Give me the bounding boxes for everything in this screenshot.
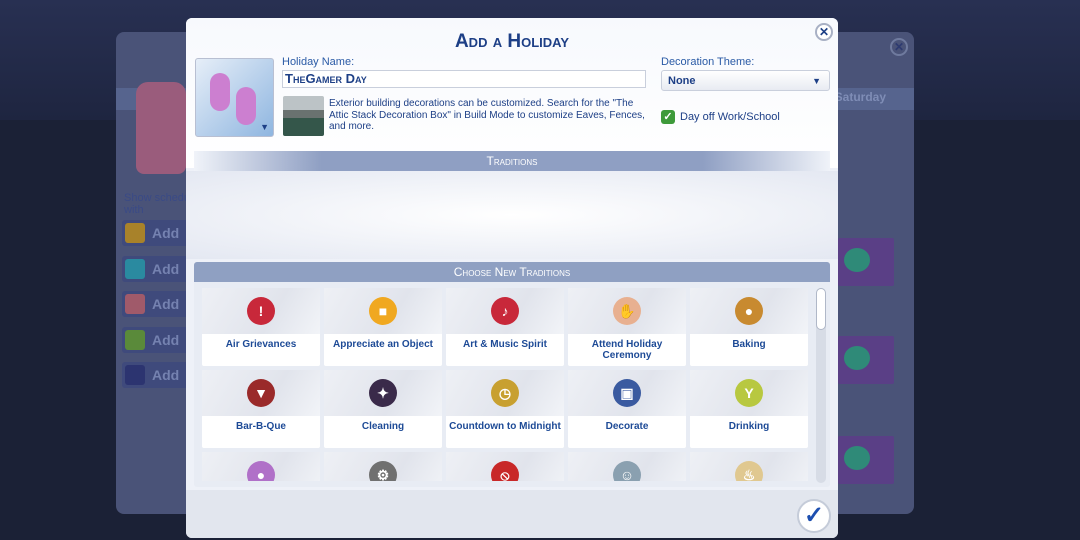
tradition-label: Bar-B-Que <box>235 421 286 432</box>
decoration-info-text: Exterior building decorations can be cus… <box>329 98 645 132</box>
choose-traditions-header: Choose New Traditions <box>194 262 830 282</box>
checkmark-icon: ✓ <box>803 502 825 529</box>
tradition-tile[interactable]: ▣ Decorate <box>568 370 686 448</box>
schedule-card <box>838 436 894 484</box>
add-button[interactable]: Add <box>122 291 192 317</box>
glowing-cube-icon: ■ <box>369 297 397 325</box>
tradition-label: Cleaning <box>361 421 405 432</box>
chevron-down-icon: ▼ <box>812 76 821 86</box>
add-category-icon <box>125 294 145 314</box>
tradition-label: Drinking <box>728 421 770 432</box>
day-header-saturday: Saturday <box>834 90 886 104</box>
cocktail-icon: Y <box>735 379 763 407</box>
tradition-tile[interactable]: ! Air Grievances <box>202 288 320 366</box>
tradition-label: Air Grievances <box>225 339 297 350</box>
tradition-tile[interactable]: ◷ Countdown to Midnight <box>446 370 564 448</box>
exercise-bike-icon: ⚙ <box>369 461 397 481</box>
schedule-card <box>838 336 894 384</box>
holiday-icon-picker[interactable]: ▼ <box>195 58 274 137</box>
add-button-label: Add <box>152 331 180 348</box>
tradition-tile[interactable]: ● Baking <box>690 288 808 366</box>
traditions-header: Traditions <box>194 151 830 171</box>
decoration-theme-label: Decoration Theme: <box>661 56 755 68</box>
decoration-theme-value: None <box>668 75 696 87</box>
add-category-icon <box>125 365 145 385</box>
add-category-icon <box>125 329 145 350</box>
tradition-tile[interactable]: ⦸ <box>446 452 564 481</box>
eggs-icon: ● <box>247 461 275 481</box>
grill-icon: ▼ <box>247 379 275 407</box>
holiday-name-input[interactable]: TheGamer Day <box>282 70 646 88</box>
feather-duster-icon: ✦ <box>369 379 397 407</box>
tradition-label: Countdown to Midnight <box>449 421 561 432</box>
tradition-label: Attend Holiday Ceremony <box>591 339 663 361</box>
muffin-icon: ● <box>735 297 763 325</box>
dialog-footer <box>186 490 838 538</box>
add-button[interactable]: Add <box>122 220 192 246</box>
candles-icon: ♨ <box>735 461 763 481</box>
confirm-button[interactable]: ✓ <box>797 499 831 533</box>
add-button[interactable]: Add <box>122 255 192 282</box>
tradition-label: Appreciate an Object <box>332 339 434 350</box>
tradition-tile[interactable]: ■ Appreciate an Object <box>324 288 442 366</box>
day-off-checkbox[interactable]: ✓ <box>661 110 675 124</box>
add-button-label: Add <box>152 225 180 241</box>
sim-figure-icon <box>236 87 256 125</box>
tradition-tile[interactable]: ⚙ <box>324 452 442 481</box>
scrollbar-thumb[interactable] <box>816 288 826 330</box>
add-holiday-dialog: Add a Holiday ✕ ▼ Holiday Name: TheGamer… <box>186 18 838 538</box>
close-icon[interactable]: ✕ <box>815 23 833 41</box>
show-schedule-text: Show schedu with <box>124 192 191 216</box>
holding-hands-icon: ✋ <box>613 297 641 325</box>
add-category-icon <box>125 223 145 243</box>
schedule-card <box>838 238 894 286</box>
add-button-label: Add <box>152 260 180 277</box>
decoration-theme-select[interactable]: None ▼ <box>661 70 830 91</box>
add-button-label: Add <box>152 367 180 383</box>
day-off-label: Day off Work/School <box>680 111 780 123</box>
traditions-scrollbar[interactable] <box>816 288 826 483</box>
choose-traditions-panel: Choose New Traditions ! Air Grievances ■ Ap… <box>194 262 830 487</box>
decoration-box-icon <box>283 96 324 136</box>
add-button[interactable]: Add <box>122 362 192 388</box>
singing-mouth-icon: ♪ <box>491 297 519 325</box>
tradition-tile[interactable]: ✋ Attend Holiday Ceremony <box>568 288 686 366</box>
tradition-tile[interactable]: ✦ Cleaning <box>324 370 442 448</box>
sim-figure-icon <box>210 73 230 111</box>
sim-face-icon: ☺ <box>613 461 641 481</box>
bunny-mascot-icon <box>136 82 186 174</box>
tradition-label: Decorate <box>605 421 649 432</box>
tradition-label: Baking <box>732 339 766 350</box>
tradition-tile[interactable]: ☺ <box>568 452 686 481</box>
add-category-icon <box>125 258 145 279</box>
holiday-name-label: Holiday Name: <box>282 56 355 68</box>
tradition-tile[interactable]: ♨ <box>690 452 808 481</box>
no-food-icon: ⦸ <box>491 461 519 481</box>
dialog-title: Add a Holiday <box>454 31 570 52</box>
calendar-close-icon[interactable]: ✕ <box>890 38 908 56</box>
chevron-down-icon: ▼ <box>260 122 269 132</box>
alarm-clock-icon: ◷ <box>491 379 519 407</box>
traditions-grid: ! Air Grievances ■ Appreciate an Object ♪ Art… <box>202 288 808 481</box>
add-button[interactable]: Add <box>122 326 192 353</box>
tradition-tile[interactable]: ● <box>202 452 320 481</box>
decoration-box-icon: ▣ <box>613 379 641 407</box>
tradition-tile[interactable]: Y Drinking <box>690 370 808 448</box>
add-button-label: Add <box>152 296 180 312</box>
tradition-tile[interactable]: ▼ Bar-B-Que <box>202 370 320 448</box>
tradition-tile[interactable]: ♪ Art & Music Spirit <box>446 288 564 366</box>
tradition-label: Art & Music Spirit <box>463 339 547 350</box>
selected-traditions-area <box>186 171 838 259</box>
shouting-mouth-icon: ! <box>247 297 275 325</box>
